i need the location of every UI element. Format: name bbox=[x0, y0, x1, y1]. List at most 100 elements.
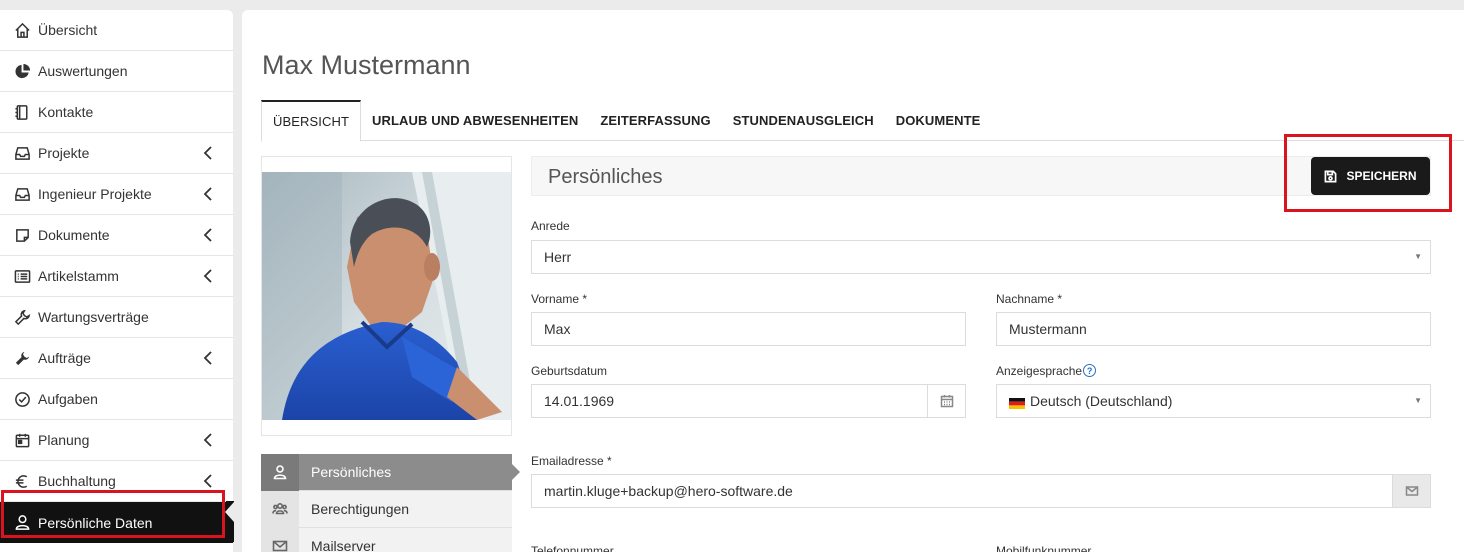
sidebar-item-aufgaben[interactable]: Aufgaben bbox=[0, 379, 233, 420]
sidebar-item-wartungsvertraege[interactable]: Wartungsverträge bbox=[0, 297, 233, 338]
telefon-label: Telefonnummer bbox=[531, 544, 614, 552]
sidebar-item-auswertungen[interactable]: Auswertungen bbox=[0, 51, 233, 92]
calendar-icon bbox=[12, 431, 32, 449]
sticky-note-icon bbox=[12, 226, 32, 244]
chevron-left-icon bbox=[203, 269, 213, 283]
sidebar-item-label: Ingenieur Projekte bbox=[38, 186, 152, 202]
vorname-value: Max bbox=[544, 321, 571, 337]
sidebar-item-label: Aufgaben bbox=[38, 391, 98, 407]
tab-stundenausgleich[interactable]: STUNDENAUSGLEICH bbox=[722, 100, 885, 141]
sub-item-label: Mailserver bbox=[311, 538, 376, 552]
profile-sub-menu: Persönliches Berechtigungen Mailserver bbox=[261, 453, 520, 552]
caret-down-icon: ▼ bbox=[1414, 396, 1422, 405]
sidebar-item-label: Kontakte bbox=[38, 104, 94, 120]
sidebar-item-label: Projekte bbox=[38, 145, 90, 161]
tab-urlaub[interactable]: URLAUB UND ABWESENHEITEN bbox=[361, 100, 589, 141]
mobil-label: Mobilfunknummer bbox=[996, 544, 1092, 552]
sprache-select[interactable]: Deutsch (Deutschland) ▼ bbox=[996, 384, 1431, 418]
help-icon[interactable]: ? bbox=[1083, 364, 1097, 377]
section-title: Persönliches bbox=[548, 166, 663, 188]
send-email-button[interactable] bbox=[1392, 474, 1431, 508]
calendar-icon bbox=[940, 395, 953, 408]
tab-uebersicht[interactable]: ÜBERSICHT bbox=[261, 100, 362, 142]
sidebar-item-label: Auswertungen bbox=[38, 63, 128, 79]
save-button-label: SPEICHERN bbox=[1346, 169, 1417, 183]
sub-item-persoenliches[interactable]: Persönliches bbox=[261, 453, 520, 491]
sidebar-item-label: Übersicht bbox=[38, 22, 98, 38]
tab-bar: ÜBERSICHT URLAUB UND ABWESENHEITEN ZEITE… bbox=[261, 100, 1464, 142]
sidebar-item-label: Artikelstamm bbox=[38, 268, 119, 284]
check-circle-icon bbox=[12, 390, 32, 408]
sprache-label: Anzeigesprache? bbox=[996, 364, 1097, 378]
sidebar-item-label: Dokumente bbox=[38, 227, 110, 243]
sprache-label-text: Anzeigesprache bbox=[996, 364, 1083, 378]
tab-dokumente[interactable]: DOKUMENTE bbox=[885, 100, 992, 141]
inbox-icon bbox=[12, 185, 32, 203]
anrede-select[interactable]: Herr ▼ bbox=[531, 240, 1431, 274]
save-button[interactable]: SPEICHERN bbox=[1311, 157, 1430, 195]
sidebar-item-label: Aufträge bbox=[38, 350, 91, 366]
chevron-left-icon bbox=[203, 228, 213, 242]
chevron-left-icon bbox=[203, 474, 213, 488]
calendar-picker-button[interactable] bbox=[927, 384, 966, 418]
profile-photo[interactable] bbox=[262, 172, 511, 420]
sidebar: Übersicht Auswertungen Kontakte Projekte… bbox=[0, 10, 233, 552]
geburtsdatum-label: Geburtsdatum bbox=[531, 364, 608, 378]
sub-item-berechtigungen[interactable]: Berechtigungen bbox=[261, 490, 512, 528]
sidebar-item-label: Buchhaltung bbox=[38, 473, 116, 489]
sidebar-item-label: Persönliche Daten bbox=[38, 514, 153, 531]
anrede-value: Herr bbox=[544, 249, 572, 265]
section-header: Persönliches bbox=[531, 156, 1431, 196]
sidebar-item-uebersicht[interactable]: Übersicht bbox=[0, 10, 233, 51]
sidebar-item-auftraege[interactable]: Aufträge bbox=[0, 338, 233, 379]
flag-de-icon bbox=[1009, 396, 1025, 409]
sidebar-item-buchhaltung[interactable]: Buchhaltung bbox=[0, 461, 233, 502]
active-indicator-arrow bbox=[225, 502, 234, 522]
profile-photo-card bbox=[261, 156, 512, 436]
euro-icon bbox=[12, 472, 32, 490]
nachname-input[interactable]: Mustermann bbox=[996, 312, 1431, 346]
vorname-input[interactable]: Max bbox=[531, 312, 966, 346]
envelope-icon bbox=[1405, 486, 1418, 496]
user-icon bbox=[261, 453, 299, 491]
list-icon bbox=[12, 267, 32, 285]
sidebar-item-planung[interactable]: Planung bbox=[0, 420, 233, 461]
nachname-label: Nachname * bbox=[996, 292, 1063, 306]
sidebar-item-label: Wartungsverträge bbox=[38, 309, 149, 325]
sidebar-item-artikelstamm[interactable]: Artikelstamm bbox=[0, 256, 233, 297]
geburtsdatum-value: 14.01.1969 bbox=[544, 393, 615, 409]
envelope-icon bbox=[261, 527, 299, 552]
email-input[interactable]: martin.kluge+backup@hero-software.de bbox=[531, 474, 1431, 508]
sidebar-item-persoenliche-daten[interactable]: Persönliche Daten bbox=[0, 502, 233, 543]
sidebar-item-kontakte[interactable]: Kontakte bbox=[0, 92, 233, 133]
sidebar-item-projekte[interactable]: Projekte bbox=[0, 133, 233, 174]
chevron-left-icon bbox=[203, 187, 213, 201]
home-icon bbox=[12, 21, 32, 39]
inbox-icon bbox=[12, 144, 32, 162]
chevron-left-icon bbox=[203, 351, 213, 365]
tab-zeiterfassung[interactable]: ZEITERFASSUNG bbox=[589, 100, 721, 141]
nachname-value: Mustermann bbox=[1009, 321, 1087, 337]
sub-item-mailserver[interactable]: Mailserver bbox=[261, 527, 512, 552]
sub-item-label: Persönliches bbox=[311, 464, 392, 480]
caret-down-icon: ▼ bbox=[1414, 252, 1422, 261]
email-label: Emailadresse * bbox=[531, 454, 612, 468]
sidebar-item-dokumente[interactable]: Dokumente bbox=[0, 215, 233, 256]
main-panel: Max Mustermann ÜBERSICHT URLAUB UND ABWE… bbox=[242, 10, 1464, 552]
wrench-icon bbox=[12, 349, 32, 367]
chevron-left-icon bbox=[203, 146, 213, 160]
email-value: martin.kluge+backup@hero-software.de bbox=[544, 483, 793, 499]
users-icon bbox=[261, 490, 299, 528]
geburtsdatum-input[interactable]: 14.01.1969 bbox=[531, 384, 966, 418]
chevron-left-icon bbox=[203, 433, 213, 447]
sidebar-item-ingenieur-projekte[interactable]: Ingenieur Projekte bbox=[0, 174, 233, 215]
user-icon bbox=[12, 514, 32, 532]
wrench-icon bbox=[12, 308, 32, 326]
pie-chart-icon bbox=[12, 62, 32, 80]
sidebar-item-label: Planung bbox=[38, 432, 90, 448]
save-icon bbox=[1325, 170, 1337, 182]
address-book-icon bbox=[12, 103, 32, 121]
sprache-value: Deutsch (Deutschland) bbox=[1030, 393, 1173, 409]
anrede-label: Anrede bbox=[531, 219, 570, 233]
page-title: Max Mustermann bbox=[262, 50, 471, 80]
